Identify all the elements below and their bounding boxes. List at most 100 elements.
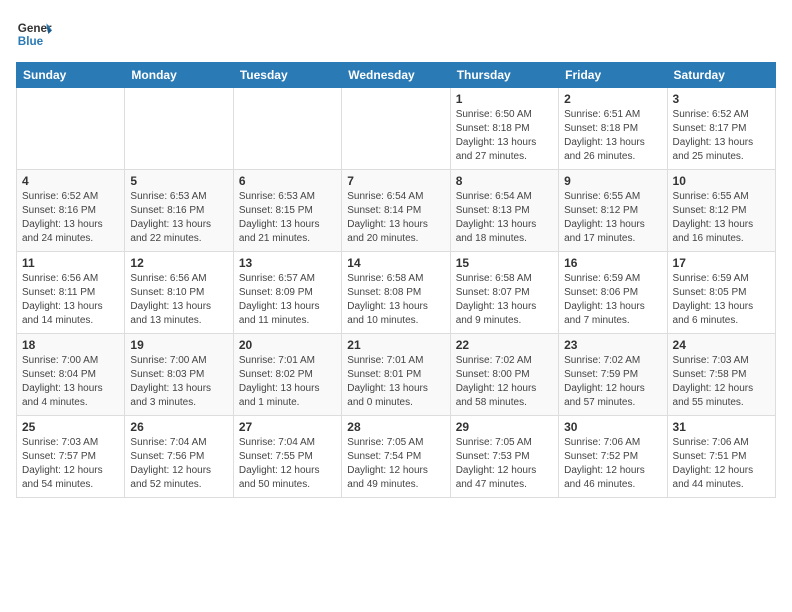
day-info: Sunrise: 7:03 AMSunset: 7:58 PMDaylight:… (673, 354, 770, 410)
day-info: Sunrise: 6:53 AMSunset: 8:16 PMDaylight:… (130, 190, 227, 246)
day-info: Sunrise: 6:58 AMSunset: 8:07 PMDaylight:… (456, 272, 553, 328)
day-number: 19 (130, 338, 227, 352)
day-info: Sunrise: 6:57 AMSunset: 8:09 PMDaylight:… (239, 272, 336, 328)
week-row-1: 1 Sunrise: 6:50 AMSunset: 8:18 PMDaylight… (17, 88, 776, 170)
day-info: Sunrise: 7:02 AMSunset: 7:59 PMDaylight:… (564, 354, 661, 410)
day-cell: 17Sunrise: 6:59 AMSunset: 8:05 PMDayligh… (667, 252, 775, 334)
day-number: 23 (564, 338, 661, 352)
day-number: 3 (673, 92, 770, 106)
day-cell: 20Sunrise: 7:01 AMSunset: 8:02 PMDayligh… (233, 334, 341, 416)
day-info: Sunrise: 6:59 AMSunset: 8:05 PMDaylight:… (673, 272, 770, 328)
day-number: 4 (22, 174, 119, 188)
day-cell: 27 Sunrise: 7:04 AMSunset: 7:55 PMDayligh… (233, 416, 341, 498)
day-number: 29 (456, 420, 553, 434)
col-header-wednesday: Wednesday (342, 63, 450, 88)
day-cell: 18Sunrise: 7:00 AMSunset: 8:04 PMDayligh… (17, 334, 125, 416)
day-number: 30 (564, 420, 661, 434)
day-cell: 9 Sunrise: 6:55 AMSunset: 8:12 PMDaylight… (559, 170, 667, 252)
week-row-2: 4 Sunrise: 6:52 AMSunset: 8:16 PMDaylight… (17, 170, 776, 252)
day-cell: 6Sunrise: 6:53 AMSunset: 8:15 PMDaylight… (233, 170, 341, 252)
logo: General Blue (16, 16, 52, 52)
day-number: 13 (239, 256, 336, 270)
calendar-header-row: SundayMondayTuesdayWednesdayThursdayFrid… (17, 63, 776, 88)
day-info: Sunrise: 6:54 AMSunset: 8:14 PMDaylight:… (347, 190, 444, 246)
day-info: Sunrise: 6:55 AMSunset: 8:12 PMDaylight:… (564, 190, 661, 246)
day-info: Sunrise: 7:03 AMSunset: 7:57 PMDaylight:… (22, 436, 119, 492)
day-cell (17, 88, 125, 170)
col-header-thursday: Thursday (450, 63, 558, 88)
day-info: Sunrise: 6:54 AMSunset: 8:13 PMDaylight:… (456, 190, 553, 246)
day-info: Sunrise: 7:05 AMSunset: 7:53 PMDaylight:… (456, 436, 553, 492)
day-cell: 11Sunrise: 6:56 AMSunset: 8:11 PMDayligh… (17, 252, 125, 334)
day-cell: 3Sunrise: 6:52 AMSunset: 8:17 PMDaylight… (667, 88, 775, 170)
day-cell: 21Sunrise: 7:01 AMSunset: 8:01 PMDayligh… (342, 334, 450, 416)
day-info: Sunrise: 6:50 AMSunset: 8:18 PMDaylight:… (456, 108, 553, 164)
svg-text:Blue: Blue (18, 35, 44, 48)
day-info: Sunrise: 7:01 AMSunset: 8:02 PMDaylight:… (239, 354, 336, 410)
day-number: 5 (130, 174, 227, 188)
day-number: 7 (347, 174, 444, 188)
day-cell: 8 Sunrise: 6:54 AMSunset: 8:13 PMDaylight… (450, 170, 558, 252)
day-cell: 31 Sunrise: 7:06 AMSunset: 7:51 PMDayligh… (667, 416, 775, 498)
day-number: 2 (564, 92, 661, 106)
day-cell (125, 88, 233, 170)
day-info: Sunrise: 6:52 AMSunset: 8:16 PMDaylight:… (22, 190, 119, 246)
day-cell: 1 Sunrise: 6:50 AMSunset: 8:18 PMDaylight… (450, 88, 558, 170)
col-header-saturday: Saturday (667, 63, 775, 88)
day-number: 1 (456, 92, 553, 106)
day-cell: 10Sunrise: 6:55 AMSunset: 8:12 PMDayligh… (667, 170, 775, 252)
day-cell: 7 Sunrise: 6:54 AMSunset: 8:14 PMDaylight… (342, 170, 450, 252)
day-number: 26 (130, 420, 227, 434)
day-number: 25 (22, 420, 119, 434)
day-cell: 28 Sunrise: 7:05 AMSunset: 7:54 PMDayligh… (342, 416, 450, 498)
day-info: Sunrise: 7:02 AMSunset: 8:00 PMDaylight:… (456, 354, 553, 410)
day-number: 18 (22, 338, 119, 352)
col-header-tuesday: Tuesday (233, 63, 341, 88)
day-cell: 12Sunrise: 6:56 AMSunset: 8:10 PMDayligh… (125, 252, 233, 334)
day-cell: 23 Sunrise: 7:02 AMSunset: 7:59 PMDayligh… (559, 334, 667, 416)
day-info: Sunrise: 7:00 AMSunset: 8:03 PMDaylight:… (130, 354, 227, 410)
logo-icon: General Blue (16, 16, 52, 52)
day-number: 8 (456, 174, 553, 188)
col-header-monday: Monday (125, 63, 233, 88)
day-info: Sunrise: 6:53 AMSunset: 8:15 PMDaylight:… (239, 190, 336, 246)
day-cell: 24 Sunrise: 7:03 AMSunset: 7:58 PMDayligh… (667, 334, 775, 416)
day-number: 22 (456, 338, 553, 352)
day-info: Sunrise: 7:06 AMSunset: 7:51 PMDaylight:… (673, 436, 770, 492)
day-cell: 19 Sunrise: 7:00 AMSunset: 8:03 PMDayligh… (125, 334, 233, 416)
page-header: General Blue (16, 16, 776, 52)
day-info: Sunrise: 7:04 AMSunset: 7:56 PMDaylight:… (130, 436, 227, 492)
day-cell (342, 88, 450, 170)
day-info: Sunrise: 7:04 AMSunset: 7:55 PMDaylight:… (239, 436, 336, 492)
col-header-friday: Friday (559, 63, 667, 88)
day-cell: 2 Sunrise: 6:51 AMSunset: 8:18 PMDaylight… (559, 88, 667, 170)
day-number: 14 (347, 256, 444, 270)
day-number: 15 (456, 256, 553, 270)
day-cell: 22 Sunrise: 7:02 AMSunset: 8:00 PMDayligh… (450, 334, 558, 416)
col-header-sunday: Sunday (17, 63, 125, 88)
day-cell (233, 88, 341, 170)
day-cell: 4 Sunrise: 6:52 AMSunset: 8:16 PMDaylight… (17, 170, 125, 252)
day-cell: 13 Sunrise: 6:57 AMSunset: 8:09 PMDayligh… (233, 252, 341, 334)
day-number: 9 (564, 174, 661, 188)
day-cell: 29 Sunrise: 7:05 AMSunset: 7:53 PMDayligh… (450, 416, 558, 498)
day-number: 21 (347, 338, 444, 352)
day-info: Sunrise: 6:58 AMSunset: 8:08 PMDaylight:… (347, 272, 444, 328)
day-number: 31 (673, 420, 770, 434)
day-cell: 26 Sunrise: 7:04 AMSunset: 7:56 PMDayligh… (125, 416, 233, 498)
day-info: Sunrise: 7:05 AMSunset: 7:54 PMDaylight:… (347, 436, 444, 492)
day-cell: 30Sunrise: 7:06 AMSunset: 7:52 PMDayligh… (559, 416, 667, 498)
day-info: Sunrise: 6:56 AMSunset: 8:11 PMDaylight:… (22, 272, 119, 328)
day-cell: 25 Sunrise: 7:03 AMSunset: 7:57 PMDayligh… (17, 416, 125, 498)
day-info: Sunrise: 6:55 AMSunset: 8:12 PMDaylight:… (673, 190, 770, 246)
day-number: 12 (130, 256, 227, 270)
day-number: 16 (564, 256, 661, 270)
week-row-5: 25 Sunrise: 7:03 AMSunset: 7:57 PMDayligh… (17, 416, 776, 498)
day-number: 28 (347, 420, 444, 434)
week-row-3: 11Sunrise: 6:56 AMSunset: 8:11 PMDayligh… (17, 252, 776, 334)
day-number: 24 (673, 338, 770, 352)
day-cell: 14 Sunrise: 6:58 AMSunset: 8:08 PMDayligh… (342, 252, 450, 334)
day-info: Sunrise: 6:51 AMSunset: 8:18 PMDaylight:… (564, 108, 661, 164)
day-number: 27 (239, 420, 336, 434)
day-info: Sunrise: 6:59 AMSunset: 8:06 PMDaylight:… (564, 272, 661, 328)
